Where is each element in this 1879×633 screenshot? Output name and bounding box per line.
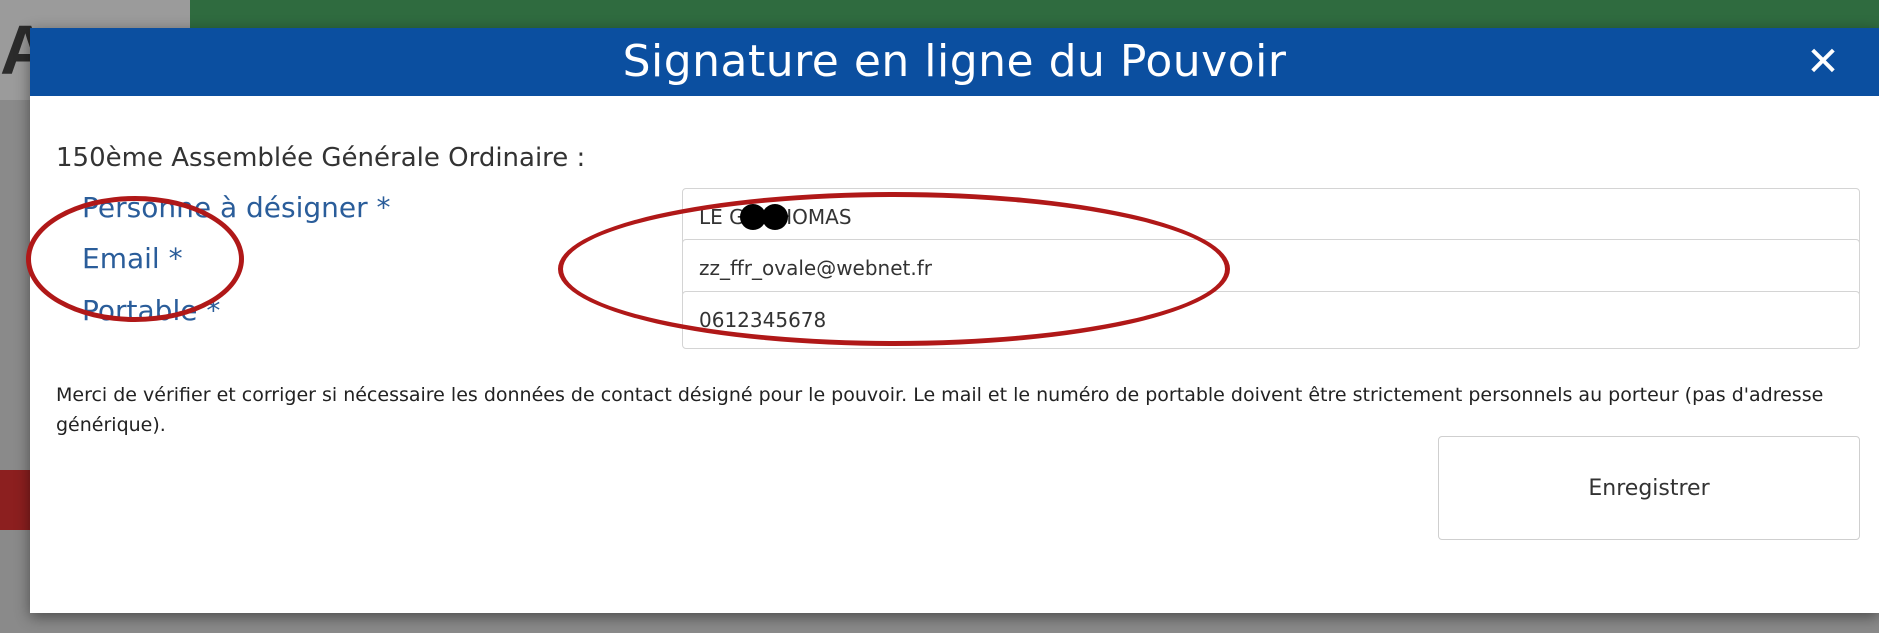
annotation-ellipse-labels xyxy=(26,196,244,322)
annotation-ellipse-inputs xyxy=(558,192,1230,346)
modal-header: Signature en ligne du Pouvoir ✕ xyxy=(30,28,1879,96)
notice-text: Merci de vérifier et corriger si nécessa… xyxy=(56,384,1824,436)
modal-title: Signature en ligne du Pouvoir xyxy=(622,36,1287,87)
section-title: 150ème Assemblée Générale Ordinaire : xyxy=(56,143,586,173)
background-red-block xyxy=(0,470,30,530)
save-button[interactable]: Enregistrer xyxy=(1438,436,1860,540)
close-icon[interactable]: ✕ xyxy=(1803,42,1843,82)
